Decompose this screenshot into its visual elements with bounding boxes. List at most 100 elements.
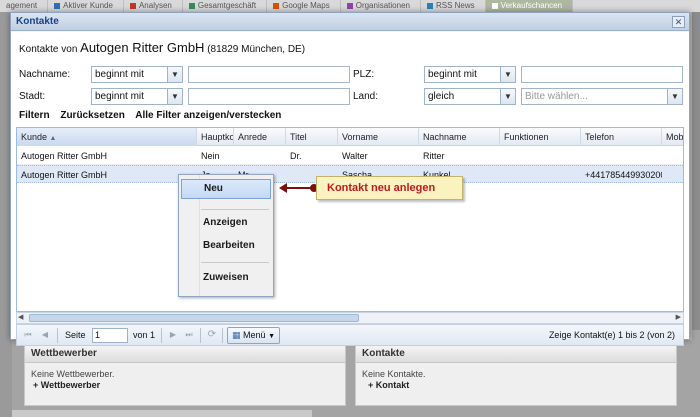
column-header-vorname[interactable]: Vorname <box>338 128 419 146</box>
callout-note: Kontakt neu anlegen <box>316 176 463 200</box>
dialog-title-text: Kontakte <box>16 16 59 27</box>
column-label: Nachname <box>423 132 467 142</box>
select-value: gleich <box>428 91 455 102</box>
tab-label: Verkaufschancen <box>500 1 563 10</box>
menu-item-zuweisen[interactable]: Zuweisen <box>181 268 271 288</box>
paging-toolbar: ⏮ ◀ Seite 1 von 1 ▶ ⏭ ⟳ ▦ Menü ▼ Zeige K… <box>16 324 684 346</box>
select-placeholder: Bitte wählen... <box>525 91 588 102</box>
plz-operator-select[interactable]: beginnt mit ▼ <box>424 66 516 83</box>
filter-link[interactable]: Filtern <box>19 110 50 121</box>
chevron-down-icon[interactable]: ▼ <box>167 67 182 82</box>
chevron-down-icon[interactable]: ▼ <box>500 89 515 104</box>
menu-item-neu[interactable]: Neu <box>181 179 271 199</box>
scroll-left-icon[interactable]: ◀ <box>18 313 23 323</box>
menu-item-bearbeiten[interactable]: Bearbeiten <box>181 236 271 256</box>
close-icon[interactable]: ✕ <box>672 16 685 28</box>
page-label: Seite <box>65 330 86 340</box>
column-header-anrede[interactable]: Anrede <box>234 128 286 146</box>
grid-horizontal-scrollbar[interactable]: ◀ ▶ <box>16 312 684 324</box>
plz-label: PLZ: <box>353 69 375 80</box>
column-header-titel[interactable]: Titel <box>286 128 338 146</box>
cell-mobil <box>662 147 683 165</box>
column-label: Anrede <box>238 132 268 142</box>
column-header-telefon[interactable]: Telefon <box>581 128 662 146</box>
scrollbar-thumb[interactable] <box>29 314 359 322</box>
column-header-kunde[interactable]: Kunde ▲ <box>17 128 197 146</box>
refresh-icon[interactable]: ⟳ <box>206 329 218 341</box>
column-label: Telefon <box>585 132 615 142</box>
next-page-icon[interactable]: ▶ <box>167 329 179 341</box>
tab-organisationen[interactable]: Organisationen <box>341 0 421 12</box>
column-header-funktionen[interactable]: Funktionen <box>500 128 581 146</box>
column-label: Titel <box>290 132 307 142</box>
grid-icon: ▦ <box>232 330 241 340</box>
panel-empty-text: Keine Wettbewerber. <box>31 369 115 379</box>
cell-kunde: Autogen Ritter GmbH <box>21 170 108 180</box>
tab-rss-news[interactable]: RSS News <box>421 0 486 12</box>
tab-verkaufschancen[interactable]: Verkaufschancen <box>485 0 574 12</box>
land-operator-select[interactable]: gleich ▼ <box>424 88 516 105</box>
panel-empty-text: Keine Kontakte. <box>362 369 426 379</box>
tab-gesamtgeschaeft[interactable]: Gesamtgeschäft <box>183 0 268 12</box>
menu-button[interactable]: ▦ Menü ▼ <box>227 327 280 344</box>
column-header-hauptkontakt[interactable]: Hauptkon <box>197 128 234 146</box>
tab-aktiver-kunde[interactable]: Aktiver Kunde <box>48 0 124 12</box>
tab-label: Google Maps <box>282 1 330 10</box>
toolbar-separator <box>200 328 201 343</box>
last-page-icon[interactable]: ⏭ <box>183 329 195 341</box>
cell-funktionen <box>500 166 581 184</box>
stadt-input[interactable] <box>188 88 350 105</box>
tab-color-icon <box>188 3 195 9</box>
context-line: Kontakte von Autogen Ritter GmbH (81829 … <box>19 40 305 55</box>
tab-analysen[interactable]: Analysen <box>124 0 183 12</box>
sort-asc-icon: ▲ <box>49 135 57 142</box>
plz-input[interactable] <box>521 66 683 83</box>
toggle-filters-link[interactable]: Alle Filter anzeigen/verstecken <box>135 110 281 121</box>
wettbewerber-panel: Wettbewerber Keine Wettbewerber. + Wettb… <box>24 344 346 406</box>
cell-funktionen <box>500 147 581 165</box>
app-tab-bar: agement Aktiver Kunde Analysen Gesamtges… <box>0 0 700 12</box>
cell-hauptkontakt: Nein <box>201 151 220 161</box>
nachname-label: Nachname: <box>19 69 71 80</box>
land-value-select[interactable]: Bitte wählen... ▼ <box>521 88 683 105</box>
column-label: Kunde <box>21 132 48 142</box>
paging-status: Zeige Kontakt(e) 1 bis 2 (von 2) <box>548 330 675 340</box>
tab-color-icon <box>426 3 433 9</box>
grid-header: Kunde ▲ Hauptkon Anrede Titel Vorname Na… <box>17 128 683 146</box>
column-label: Funktionen <box>504 132 549 142</box>
column-header-nachname[interactable]: Nachname <box>419 128 500 146</box>
scroll-right-icon[interactable]: ▶ <box>676 313 681 323</box>
company-address: (81829 München, DE) <box>207 44 306 55</box>
select-value: beginnt mit <box>95 91 144 102</box>
menu-item-anzeigen[interactable]: Anzeigen <box>181 213 271 233</box>
add-wettbewerber-link[interactable]: + Wettbewerber <box>33 380 100 390</box>
chevron-down-icon[interactable]: ▼ <box>500 67 515 82</box>
tab-google-maps[interactable]: Google Maps <box>267 0 341 12</box>
column-header-mobil[interactable]: Mobil <box>662 128 683 146</box>
tab-color-icon <box>54 3 61 9</box>
stadt-label: Stadt: <box>19 91 46 102</box>
tab-color-icon <box>491 3 498 9</box>
tab-color-icon <box>346 3 353 9</box>
table-row[interactable]: Autogen Ritter GmbH Nein Dr. Walter Ritt… <box>17 147 683 165</box>
nachname-input[interactable] <box>188 66 350 83</box>
chevron-down-icon[interactable]: ▼ <box>667 89 682 104</box>
page-number-input[interactable]: 1 <box>92 328 128 343</box>
prev-page-icon[interactable]: ◀ <box>39 329 51 341</box>
first-page-icon[interactable]: ⏮ <box>22 329 34 341</box>
tab-management[interactable]: agement <box>0 0 49 12</box>
tab-label: Aktiver Kunde <box>63 1 113 10</box>
column-label: Hauptkon <box>201 132 233 142</box>
context-prefix: Kontakte von <box>19 44 78 55</box>
cell-kunde: Autogen Ritter GmbH <box>21 151 108 161</box>
toolbar-separator <box>222 328 223 343</box>
nachname-operator-select[interactable]: beginnt mit ▼ <box>91 66 183 83</box>
tab-label: Analysen <box>138 1 172 10</box>
stadt-operator-select[interactable]: beginnt mit ▼ <box>91 88 183 105</box>
add-kontakt-link[interactable]: + Kontakt <box>368 380 409 390</box>
tab-label: agement <box>6 1 38 10</box>
reset-link[interactable]: Zurücksetzen <box>60 110 124 121</box>
land-label: Land: <box>353 91 379 102</box>
chevron-down-icon[interactable]: ▼ <box>167 89 182 104</box>
filter-links: Filtern Zurücksetzen Alle Filter anzeige… <box>19 110 289 121</box>
